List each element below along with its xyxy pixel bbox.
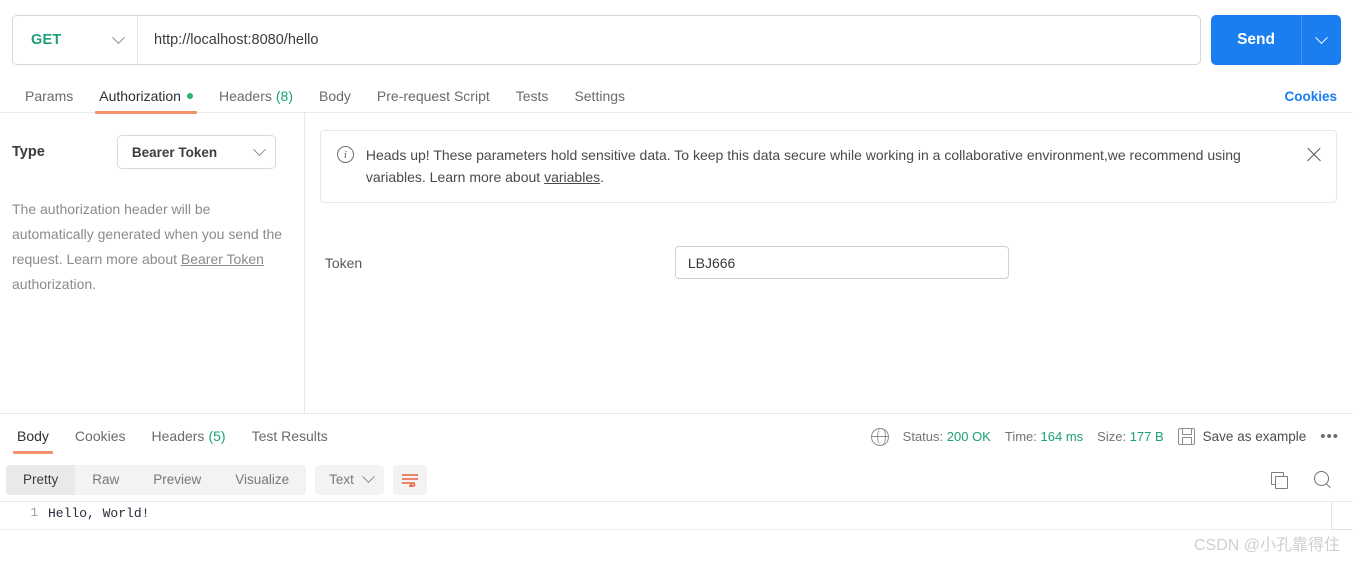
watermark: CSDN @小孔靠得住	[1193, 537, 1340, 554]
send-button-group: Send	[1211, 15, 1341, 65]
sensitive-data-notice: i Heads up! These parameters hold sensit…	[319, 130, 1337, 203]
tab-headers[interactable]: Headers (8)	[206, 80, 306, 113]
status-group: Status: 200 OK	[903, 429, 991, 444]
tab-label: Tests	[515, 88, 549, 104]
url-input-group: GET	[12, 15, 1202, 65]
size-label: Size:	[1097, 429, 1127, 444]
send-options-button[interactable]	[1301, 15, 1341, 65]
bearer-token-help-link[interactable]: Bearer Token	[181, 251, 264, 267]
editor-scrollbar-corner[interactable]	[1331, 502, 1353, 530]
view-mode-visualize[interactable]: Visualize	[218, 465, 306, 495]
tab-label: Cookies	[74, 428, 126, 444]
chevron-down-icon	[252, 142, 266, 156]
chevron-down-icon	[361, 470, 375, 484]
auth-description-text-2: authorization.	[12, 276, 97, 292]
tab-authorization[interactable]: Authorization	[86, 80, 206, 114]
chevron-down-icon	[112, 30, 125, 44]
tab-pre-request-script[interactable]: Pre-request Script	[364, 80, 503, 113]
notice-text-2: .	[600, 169, 604, 185]
size-group: Size: 177 B	[1097, 429, 1164, 444]
postman-window: GET Send Params Authorization Headers (8…	[0, 0, 1353, 563]
time-group: Time: 164 ms	[1005, 429, 1083, 444]
response-meta: Status: 200 OK Time: 164 ms Size: 177 B …	[870, 414, 1339, 459]
tab-label: Body	[319, 88, 351, 104]
request-url-bar: GET Send	[0, 0, 1353, 80]
copy-icon[interactable]	[1271, 472, 1288, 489]
info-icon: i	[336, 146, 354, 163]
auth-type-column: Type Bearer Token The authorization head…	[0, 113, 305, 413]
tab-label: Headers	[151, 428, 205, 444]
auth-fields-column: i Heads up! These parameters hold sensit…	[305, 113, 1353, 413]
url-input[interactable]	[138, 16, 1201, 64]
code-line: 1 Hello, World!	[0, 502, 1353, 524]
response-tab-test-results[interactable]: Test Results	[239, 414, 341, 459]
response-actions	[1271, 458, 1331, 501]
auth-type-value: Bearer Token	[131, 144, 218, 160]
wrap-lines-button[interactable]	[392, 464, 427, 495]
time-value: 164 ms	[1040, 429, 1084, 444]
response-tab-cookies[interactable]: Cookies	[62, 414, 139, 459]
tab-settings[interactable]: Settings	[561, 80, 638, 113]
auth-type-row: Type Bearer Token	[12, 135, 290, 169]
tab-count: (8)	[275, 88, 293, 104]
cookies-link[interactable]: Cookies	[1284, 80, 1337, 113]
search-icon[interactable]	[1314, 471, 1331, 488]
tab-body[interactable]: Body	[306, 80, 364, 113]
view-mode-preview[interactable]: Preview	[136, 465, 218, 495]
tab-label: Headers	[218, 88, 272, 104]
close-icon[interactable]	[1304, 144, 1324, 164]
tab-label: Body	[17, 428, 49, 444]
size-value: 177 B	[1129, 429, 1164, 444]
tab-tests[interactable]: Tests	[503, 80, 562, 113]
view-mode-pretty[interactable]: Pretty	[6, 464, 76, 495]
wrap-lines-icon	[401, 473, 418, 487]
authorization-panel: Type Bearer Token The authorization head…	[0, 113, 1353, 413]
floppy-disk-icon	[1177, 428, 1195, 445]
tab-label: Pre-request Script	[376, 88, 490, 104]
globe-icon	[870, 427, 889, 446]
status-label: Status:	[902, 429, 944, 444]
tab-label: Settings	[574, 88, 626, 104]
chevron-down-icon	[1315, 30, 1328, 44]
tab-label: Params	[25, 88, 74, 104]
response-body-editor[interactable]: 1 Hello, World!	[0, 501, 1353, 563]
variables-link[interactable]: variables	[544, 169, 600, 185]
request-tabs: Params Authorization Headers (8) Body Pr…	[0, 80, 1353, 114]
token-input[interactable]	[674, 246, 1009, 279]
save-as-example-button[interactable]: Save as example	[1203, 429, 1307, 444]
tab-label: Authorization	[99, 88, 181, 104]
notice-text-1: Heads up! These parameters hold sensitiv…	[365, 147, 1241, 185]
status-value: 200 OK	[946, 429, 991, 444]
response-body-text: Hello, World!	[48, 506, 150, 521]
response-tabs-bar: Body Cookies Headers (5) Test Results St…	[0, 413, 1353, 458]
tab-count: (5)	[208, 428, 226, 444]
line-number: 1	[30, 506, 38, 520]
response-tab-body[interactable]: Body	[4, 414, 62, 459]
send-button[interactable]: Send	[1211, 15, 1301, 65]
tab-params[interactable]: Params	[12, 80, 86, 113]
code-line-divider	[0, 529, 1330, 530]
auth-description: The authorization header will be automat…	[12, 197, 290, 297]
auth-type-label: Type	[12, 144, 45, 160]
notice-text: Heads up! These parameters hold sensitiv…	[366, 144, 1292, 188]
tab-label: Test Results	[251, 428, 328, 444]
modified-dot-icon	[186, 93, 193, 99]
response-format-select[interactable]: Text	[315, 464, 384, 495]
token-field-row: Token	[320, 246, 1337, 279]
view-mode-raw[interactable]: Raw	[75, 465, 136, 495]
http-method-label: GET	[31, 32, 62, 48]
token-label: Token	[324, 254, 363, 271]
response-view-toolbar: Pretty Raw Preview Visualize Text	[0, 458, 1353, 501]
response-view-mode-group: Pretty Raw Preview Visualize	[6, 464, 307, 495]
response-tab-headers[interactable]: Headers (5)	[139, 414, 239, 459]
time-label: Time:	[1004, 429, 1037, 444]
response-format-value: Text	[329, 472, 354, 487]
http-method-select[interactable]: GET	[13, 16, 138, 64]
ellipsis-icon[interactable]: •••	[1320, 428, 1339, 445]
auth-type-select[interactable]: Bearer Token	[116, 135, 276, 169]
